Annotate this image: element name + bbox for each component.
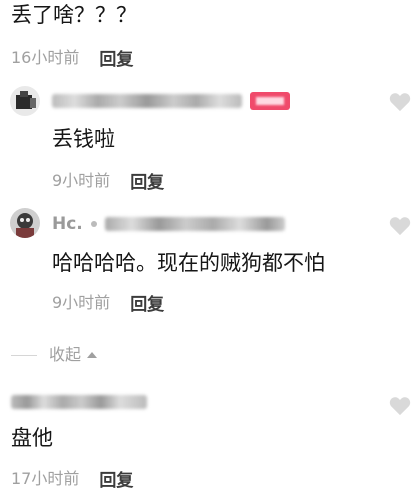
comment-text: 丢了啥？？？ bbox=[11, 3, 137, 27]
user-badge bbox=[250, 92, 290, 110]
avatar[interactable] bbox=[10, 208, 40, 238]
blurred-shop-name bbox=[104, 217, 285, 231]
avatar-image bbox=[10, 86, 40, 116]
comment-meta: 9小时前 回复 bbox=[52, 290, 164, 316]
heart-icon[interactable] bbox=[389, 396, 411, 416]
username-row bbox=[52, 88, 290, 114]
reply-button[interactable]: 回复 bbox=[99, 466, 133, 491]
comment-meta: 17小时前 回复 bbox=[11, 466, 133, 492]
comment-meta: 16小时前 回复 bbox=[11, 45, 133, 71]
collapse-label: 收起 bbox=[49, 345, 82, 364]
reply-button[interactable]: 回复 bbox=[99, 45, 133, 70]
comment-time: 9小时前 bbox=[52, 170, 111, 190]
username[interactable]: Hc. bbox=[52, 214, 83, 234]
comment-time: 17小时前 bbox=[11, 468, 80, 488]
heart-icon[interactable] bbox=[389, 92, 411, 112]
comment-text: 盘他 bbox=[11, 426, 53, 450]
comment-time: 16小时前 bbox=[11, 47, 80, 67]
username-row: Hc. bbox=[52, 211, 285, 237]
heart-icon[interactable] bbox=[389, 216, 411, 236]
username-row bbox=[11, 389, 147, 415]
collapse-divider bbox=[11, 354, 37, 356]
blurred-username[interactable] bbox=[52, 94, 242, 108]
comment-text: 哈哈哈哈。现在的贼狗都不怕 bbox=[52, 251, 325, 275]
collapse-button[interactable]: 收起 bbox=[11, 345, 98, 365]
reply-button[interactable]: 回复 bbox=[130, 290, 164, 315]
comment-text: 丢钱啦 bbox=[52, 127, 115, 151]
separator-dot bbox=[90, 221, 97, 227]
blurred-username[interactable] bbox=[11, 395, 147, 409]
comment-time: 9小时前 bbox=[52, 292, 111, 312]
avatar-image bbox=[10, 208, 40, 238]
reply-button[interactable]: 回复 bbox=[130, 168, 164, 193]
avatar[interactable] bbox=[10, 86, 40, 116]
comment-meta: 9小时前 回复 bbox=[52, 168, 164, 194]
caret-up-icon bbox=[87, 352, 98, 358]
